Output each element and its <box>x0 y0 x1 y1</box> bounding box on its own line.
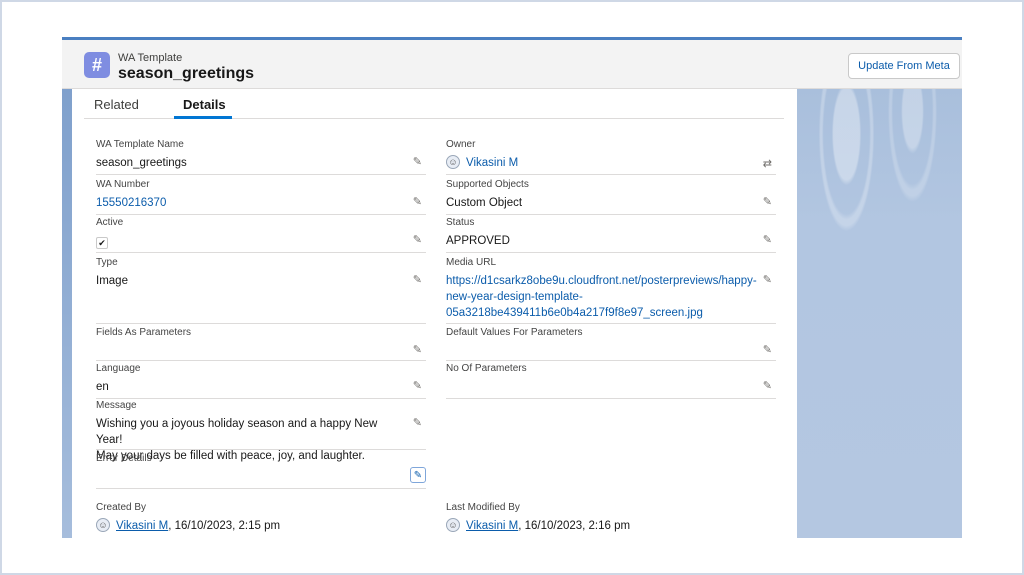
field-supported-objects: Supported Objects Custom Object ✎ <box>446 179 776 215</box>
media-url-line: 05a3218be439411b6e0b4a217f9f8e97_screen.… <box>446 307 703 319</box>
edit-pencil-icon[interactable]: ✎ <box>763 233 772 246</box>
field-label: WA Template Name <box>96 139 184 150</box>
field-value: Image <box>96 275 128 287</box>
record-title: season_greetings <box>118 65 255 82</box>
field-active: Active ✔ ✎ <box>96 217 426 253</box>
modified-date: , 16/10/2023, 2:16 pm <box>518 520 631 532</box>
user-avatar-icon: ☺ <box>446 154 460 169</box>
update-from-meta-button[interactable]: Update From Meta <box>848 53 960 79</box>
edit-pencil-icon[interactable]: ✎ <box>413 155 422 168</box>
owner-link[interactable]: Vikasini M <box>466 157 518 169</box>
field-label: Default Values For Parameters <box>446 327 583 338</box>
edit-pencil-icon[interactable]: ✎ <box>410 467 426 483</box>
background-strip <box>62 89 72 538</box>
change-owner-icon[interactable]: ⇄ <box>763 157 772 170</box>
edit-pencil-icon[interactable]: ✎ <box>763 343 772 356</box>
edit-pencil-icon[interactable]: ✎ <box>413 273 422 286</box>
field-language: Language en ✎ <box>96 363 426 399</box>
user-avatar-icon: ☺ <box>96 517 110 532</box>
field-status: Status APPROVED ✎ <box>446 217 776 253</box>
edit-pencil-icon[interactable]: ✎ <box>413 195 422 208</box>
field-value: ☺ Vikasini M, 16/10/2023, 2:15 pm <box>96 517 281 534</box>
field-label: Error Details <box>96 453 152 464</box>
field-label: Supported Objects <box>446 179 529 190</box>
wa-number-link[interactable]: 15550216370 <box>96 195 166 211</box>
field-label: No Of Parameters <box>446 363 527 374</box>
hash-icon: # <box>84 52 110 78</box>
tab-related[interactable]: Related <box>94 97 139 112</box>
edit-pencil-icon[interactable]: ✎ <box>413 379 422 392</box>
edit-pencil-icon[interactable]: ✎ <box>763 195 772 208</box>
field-value: APPROVED <box>446 235 510 247</box>
field-label: Media URL <box>446 257 497 268</box>
field-label: Owner <box>446 139 476 150</box>
field-label: Fields As Parameters <box>96 327 192 338</box>
edit-pencil-icon[interactable]: ✎ <box>413 343 422 356</box>
field-label: Created By <box>96 502 147 513</box>
field-label: WA Number <box>96 179 150 190</box>
field-error-details: Error Details ✎ <box>96 453 426 489</box>
details-card: Related Details WA Template Name season_… <box>72 89 797 538</box>
field-value: season_greetings <box>96 157 187 169</box>
field-value: ☺ Vikasini M <box>446 154 518 171</box>
background-pattern <box>797 89 962 538</box>
edit-pencil-icon[interactable]: ✎ <box>413 416 422 429</box>
field-value: ☺ Vikasini M, 16/10/2023, 2:16 pm <box>446 517 631 534</box>
field-message: Message Wishing you a joyous holiday sea… <box>96 400 426 462</box>
field-created-by: Created By ☺ Vikasini M, 16/10/2023, 2:15… <box>96 502 426 538</box>
edit-pencil-icon[interactable]: ✎ <box>763 273 772 286</box>
object-label: WA Template <box>118 52 183 64</box>
created-by-user-link[interactable]: Vikasini M <box>116 520 168 532</box>
field-template-name: WA Template Name season_greetings ✎ <box>96 139 426 175</box>
modified-by-user-link[interactable]: Vikasini M <box>466 520 518 532</box>
field-label: Type <box>96 257 118 268</box>
edit-pencil-icon[interactable]: ✎ <box>413 233 422 246</box>
user-avatar-icon: ☺ <box>446 517 460 532</box>
field-value: en <box>96 381 109 393</box>
field-no-of-parameters: No Of Parameters ✎ <box>446 363 776 399</box>
field-label: Message <box>96 400 137 411</box>
field-label: Language <box>96 363 141 374</box>
edit-pencil-icon[interactable]: ✎ <box>763 379 772 392</box>
media-url-link[interactable]: https://d1csarkz8obe9u.cloudfront.net/po… <box>446 273 757 321</box>
created-date: , 16/10/2023, 2:15 pm <box>168 520 281 532</box>
active-tab-indicator <box>174 116 232 119</box>
field-label: Last Modified By <box>446 502 520 513</box>
media-url-line: https://d1csarkz8obe9u.cloudfront.net/po… <box>446 275 757 287</box>
field-wa-number: WA Number 15550216370 ✎ <box>96 179 426 215</box>
field-label: Active <box>96 217 124 228</box>
active-checkbox: ✔ <box>96 237 108 249</box>
tab-bar: Related Details <box>84 89 784 119</box>
field-value: Custom Object <box>446 197 523 209</box>
field-fields-as-parameters: Fields As Parameters ✎ <box>96 327 426 361</box>
field-media-url: Media URL https://d1csarkz8obe9u.cloudfr… <box>446 257 776 324</box>
field-last-modified-by: Last Modified By ☺ Vikasini M, 16/10/2023… <box>446 502 776 538</box>
record-page: # WA Template season_greetings Update Fr… <box>62 37 962 538</box>
field-type: Type Image ✎ <box>96 257 426 324</box>
field-owner: Owner ☺ Vikasini M ⇄ <box>446 139 776 175</box>
media-url-line: new-year-design-template- <box>446 291 583 303</box>
field-default-values: Default Values For Parameters ✎ <box>446 327 776 361</box>
message-line: Wishing you a joyous holiday season and … <box>96 418 378 446</box>
record-header: # WA Template season_greetings Update Fr… <box>62 37 962 89</box>
field-label: Status <box>446 217 475 228</box>
tab-details[interactable]: Details <box>183 97 226 112</box>
field-value: ✔ <box>96 235 108 251</box>
